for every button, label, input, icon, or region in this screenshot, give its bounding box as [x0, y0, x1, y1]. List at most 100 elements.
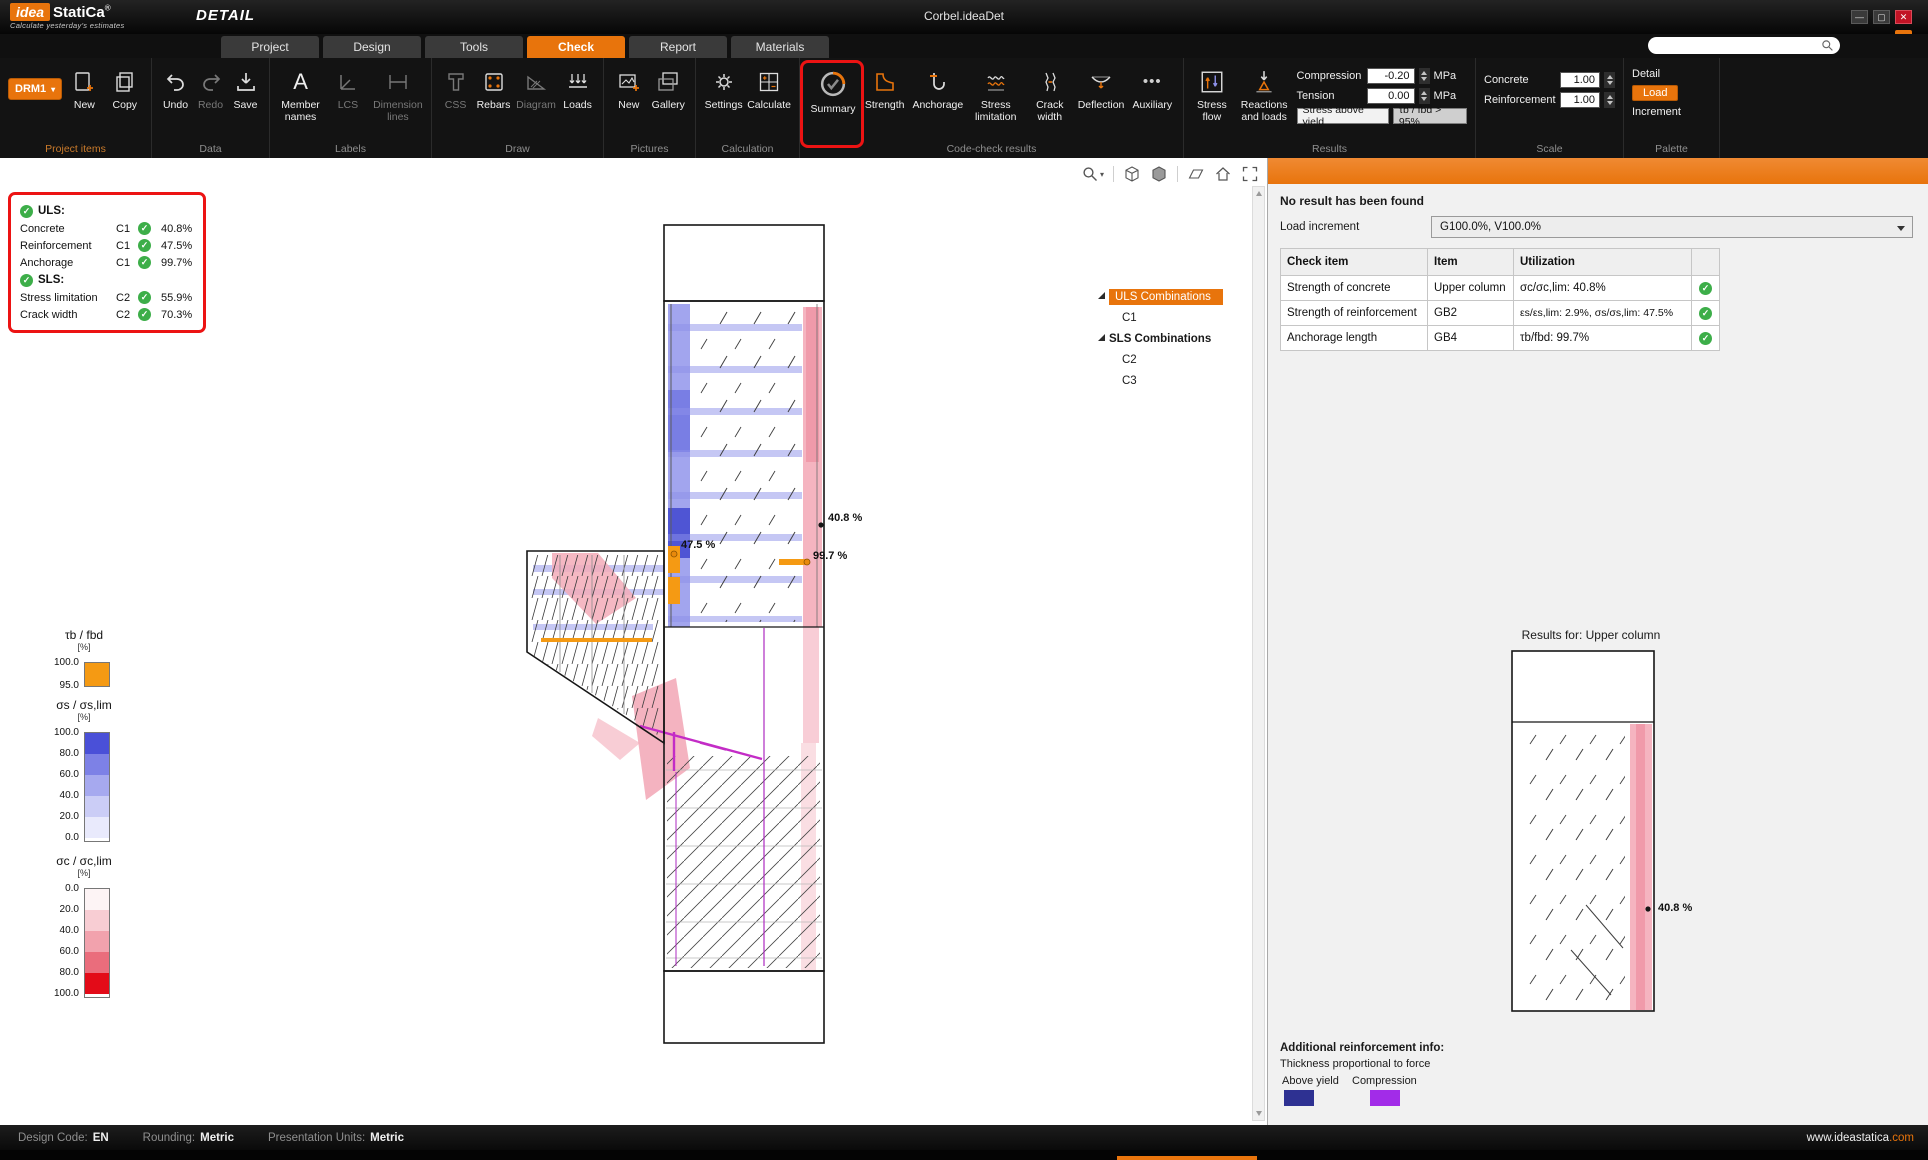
maximize-button[interactable]: ▢	[1873, 10, 1890, 24]
zoom-extents-icon[interactable]	[1241, 165, 1259, 183]
model-canvas[interactable]: 40.8 % 47.5 % 99.7 % ▾ ULS: Concrete C1	[0, 158, 1267, 1125]
tab-materials[interactable]: Materials	[731, 36, 829, 58]
undo-button[interactable]: Undo	[160, 66, 191, 111]
summary-value: 70.3%	[156, 309, 194, 321]
table-row[interactable]: Strength of concrete Upper column σc/σc,…	[1281, 276, 1720, 301]
check-ok-icon	[1699, 282, 1712, 295]
minimize-button[interactable]: —	[1851, 10, 1868, 24]
cell-utilization: τb/fbd: 99.7%	[1514, 326, 1692, 351]
redo-button[interactable]: Redo	[195, 66, 226, 111]
gallery-label: Gallery	[652, 99, 685, 111]
expander-icon[interactable]	[1098, 292, 1105, 299]
gallery-button[interactable]: Gallery	[650, 66, 687, 111]
idea-logo-badge: idea	[10, 3, 50, 21]
compression-value-input[interactable]: -0.20	[1367, 68, 1415, 84]
calculate-button[interactable]: Calculate	[747, 66, 791, 111]
stress-above-yield-toggle[interactable]: Stress above yield	[1297, 108, 1389, 124]
tension-value-input[interactable]: 0.00	[1367, 88, 1415, 104]
tree-item-c2[interactable]: C2	[1098, 349, 1250, 370]
tree-item-label: C1	[1122, 312, 1137, 324]
css-button[interactable]: CSS	[440, 66, 471, 111]
palette-detail-option[interactable]: Detail	[1632, 68, 1660, 80]
anchorage-button[interactable]: Anchorage	[911, 66, 964, 111]
website-link[interactable]: www.ideastatica.com	[1807, 1132, 1914, 1144]
ribbon-group-scale: Concrete 1.00 Reinforcement 1.00 Scale	[1476, 58, 1624, 158]
loads-button[interactable]: Loads	[560, 66, 595, 111]
stress-flow-button[interactable]: Stress flow	[1192, 66, 1232, 123]
legend-tick: 0.0	[65, 832, 79, 843]
bottom-accent-notch	[1117, 1156, 1257, 1160]
scroll-up-icon[interactable]	[1256, 191, 1262, 196]
stress-limitation-button[interactable]: Stress limitation	[968, 66, 1023, 123]
reinforcement-scale-spinner[interactable]	[1604, 92, 1615, 108]
tab-design[interactable]: Design	[323, 36, 421, 58]
drm-selector-button[interactable]: DRM1▾	[8, 78, 62, 100]
tree-item-c3[interactable]: C3	[1098, 370, 1250, 391]
reactions-loads-button[interactable]: Reactions and loads	[1236, 66, 1293, 123]
summary-results-overlay: ULS: Concrete C1 40.8% Reinforcement C1 …	[8, 192, 206, 333]
tab-tools[interactable]: Tools	[425, 36, 523, 58]
group-label-palette: Palette	[1624, 143, 1719, 155]
solid-view-icon[interactable]	[1150, 165, 1168, 183]
tension-spinner[interactable]	[1419, 88, 1430, 104]
home-view-icon[interactable]	[1214, 165, 1232, 183]
deflection-button[interactable]: Deflection	[1076, 66, 1125, 111]
group-label-results: Results	[1184, 143, 1475, 155]
settings-button[interactable]: Settings	[704, 66, 743, 111]
concrete-scale-input[interactable]: 1.00	[1560, 72, 1600, 88]
ribbon-group-labels: A Member names LCS Dimension lines Label…	[270, 58, 432, 158]
ribbon-filler	[1720, 58, 1928, 158]
table-row[interactable]: Anchorage length GB4 τb/fbd: 99.7%	[1281, 326, 1720, 351]
tree-item-c1[interactable]: C1	[1098, 307, 1250, 328]
crack-width-button[interactable]: Crack width	[1027, 66, 1072, 123]
reinforcement-scale-input[interactable]: 1.00	[1560, 92, 1600, 108]
diagram-icon	[524, 70, 548, 94]
tree-item-uls-combinations[interactable]: ULS Combinations	[1098, 286, 1250, 307]
member-names-button[interactable]: A Member names	[278, 66, 323, 123]
tb-fbd-95-toggle[interactable]: τb / fbd > 95%	[1393, 108, 1467, 124]
zoom-tool-button[interactable]: ▾	[1082, 166, 1104, 182]
idea-statica-detail-window: ideaStatiCa® Calculate yesterday's estim…	[0, 0, 1928, 1160]
summary-button[interactable]: Summary	[808, 66, 858, 115]
strength-button[interactable]: Strength	[862, 66, 907, 111]
table-header-row: Check item Item Utilization	[1281, 249, 1720, 276]
compression-spinner[interactable]	[1419, 68, 1430, 84]
palette-increment-option[interactable]: Increment	[1632, 106, 1681, 118]
new-project-item-button[interactable]: New	[66, 66, 102, 111]
legend-tick: 0.0	[65, 883, 79, 894]
scroll-down-icon[interactable]	[1256, 1111, 1262, 1116]
presentation-units-value: Metric	[370, 1132, 404, 1144]
undo-label: Undo	[163, 99, 188, 111]
lcs-button[interactable]: LCS	[327, 66, 369, 111]
plane-view-icon[interactable]	[1187, 165, 1205, 183]
auxiliary-button[interactable]: ••• Auxiliary	[1130, 66, 1175, 111]
tension-label: Tension	[1297, 90, 1363, 102]
tab-project[interactable]: Project	[221, 36, 319, 58]
tree-item-sls-combinations[interactable]: SLS Combinations	[1098, 328, 1250, 349]
tab-report[interactable]: Report	[629, 36, 727, 58]
concrete-scale-spinner[interactable]	[1604, 72, 1615, 88]
rebars-button[interactable]: Rebars	[475, 66, 512, 111]
check-ok-icon	[138, 256, 151, 269]
copy-label: Copy	[113, 99, 138, 111]
summary-label: Anchorage	[20, 257, 116, 269]
canvas-vertical-scrollbar[interactable]	[1252, 186, 1265, 1121]
legend-tick: 60.0	[60, 946, 79, 957]
new-picture-label: New	[618, 99, 639, 111]
loads-icon	[566, 70, 590, 94]
save-button[interactable]: Save	[230, 66, 261, 111]
wireframe-view-icon[interactable]	[1123, 165, 1141, 183]
expander-icon[interactable]	[1098, 334, 1105, 341]
palette-load-option[interactable]: Load	[1632, 85, 1678, 101]
search-input[interactable]	[1648, 37, 1840, 54]
summary-row-concrete: Concrete C1 40.8%	[20, 220, 194, 237]
tab-check[interactable]: Check	[527, 36, 625, 58]
table-row[interactable]: Strength of reinforcement GB2 εs/εs,lim:…	[1281, 301, 1720, 326]
load-increment-dropdown[interactable]: G100.0%, V100.0%	[1431, 216, 1913, 238]
diagram-button[interactable]: Diagram	[516, 66, 556, 111]
close-button[interactable]: ✕	[1895, 10, 1912, 24]
copy-project-item-button[interactable]: Copy	[107, 66, 143, 111]
new-picture-button[interactable]: New	[612, 66, 646, 111]
dimension-lines-button[interactable]: Dimension lines	[373, 66, 423, 123]
legend-tb-fbd: τb / fbd [%] 100.0 95.0	[46, 628, 122, 687]
